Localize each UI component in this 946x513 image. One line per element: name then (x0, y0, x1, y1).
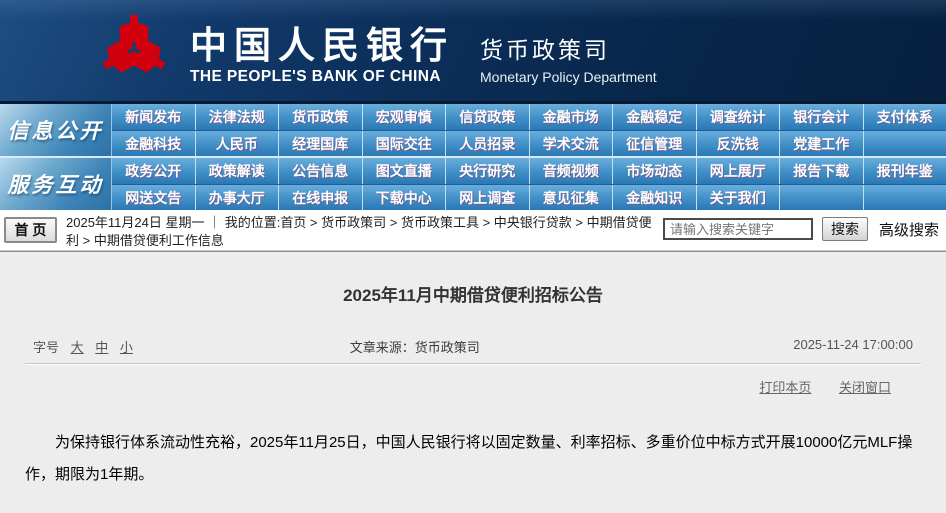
article-title: 2025年11月中期借贷便利招标公告 (343, 286, 603, 305)
nav-item[interactable]: 学术交流 (529, 131, 613, 156)
search-area: 搜索 高级搜索 (662, 217, 939, 241)
nav-item[interactable]: 网上调查 (446, 185, 530, 210)
article-panel: 2025年11月中期借贷便利招标公告 字号 大 中 小 文章来源：货币政策司 2… (0, 251, 946, 513)
nav-item[interactable]: 金融科技 (112, 131, 196, 156)
nav-item[interactable]: 支付体系 (863, 104, 946, 130)
breadcrumb-line-1[interactable]: 2025年11月24日 星期一 ｜ 我的位置:首页 > 货币政策司 > 货币政策… (66, 214, 652, 232)
article-actions-top: 打印本页 关闭窗口 (25, 377, 921, 396)
nav-item[interactable]: 信贷政策 (446, 104, 530, 130)
advanced-search-link[interactable]: 高级搜索 (879, 219, 939, 240)
nav-item[interactable]: 市场动态 (613, 158, 697, 184)
nav-item[interactable]: 新闻发布 (112, 104, 196, 130)
nav-item[interactable]: 音频视频 (529, 158, 613, 184)
font-size-medium[interactable]: 中 (95, 340, 108, 355)
home-button[interactable]: 首 页 (4, 217, 57, 243)
font-size-controls: 字号 大 中 小 (33, 337, 350, 356)
department-name-en: Monetary Policy Department (480, 69, 657, 85)
nav-item-empty (863, 185, 946, 210)
nav-item-empty (780, 185, 864, 210)
nav-item[interactable]: 党建工作 (780, 131, 864, 156)
nav-item[interactable]: 报告下载 (780, 158, 864, 184)
nav-item[interactable]: 央行研究 (446, 158, 530, 184)
font-size-small[interactable]: 小 (120, 340, 133, 355)
department-name: 货币政策司 Monetary Policy Department (480, 31, 657, 86)
nav-item[interactable]: 经理国库 (279, 131, 363, 156)
nav-item[interactable]: 宏观审慎 (362, 104, 446, 130)
nav-item[interactable]: 国际交往 (362, 131, 446, 156)
department-name-cn: 货币政策司 (480, 37, 610, 63)
nav-label-services: 服务互动 (0, 158, 112, 210)
nav-row: 政务公开 政策解读 公告信息 图文直播 央行研究 音频视频 市场动态 网上展厅 … (112, 158, 946, 184)
nav-item[interactable]: 调查统计 (696, 104, 780, 130)
nav-item[interactable]: 银行会计 (780, 104, 864, 130)
print-link[interactable]: 打印本页 (759, 380, 811, 395)
nav-item[interactable]: 网上展厅 (696, 158, 780, 184)
article-datetime: 2025-11-24 17:00:00 (793, 337, 913, 352)
article-body: 为保持银行体系流动性充裕，2025年11月25日，中国人民银行将以固定数量、利率… (25, 434, 913, 483)
breadcrumb[interactable]: 2025年11月24日 星期一 ｜ 我的位置:首页 > 货币政策司 > 货币政策… (66, 213, 652, 250)
nav-item[interactable]: 图文直播 (362, 158, 446, 184)
article-meta: 字号 大 中 小 文章来源：货币政策司 2025-11-24 17:00:00 (25, 337, 921, 364)
bank-name-en: THE PEOPLE'S BANK OF CHINA (190, 68, 441, 85)
site-header: 中国人民银行 THE PEOPLE'S BANK OF CHINA 货币政策司 … (0, 0, 946, 104)
font-size-large[interactable]: 大 (71, 340, 84, 355)
nav-item[interactable]: 金融稳定 (613, 104, 697, 130)
font-size-label: 字号 (33, 340, 60, 355)
nav-item[interactable]: 关于我们 (696, 185, 780, 210)
nav-item[interactable]: 人员招录 (446, 131, 530, 156)
main-nav: 信息公开 新闻发布 法律法规 货币政策 宏观审慎 信贷政策 金融市场 金融稳定 … (0, 104, 946, 210)
search-input[interactable] (662, 218, 813, 240)
nav-label-info-disclosure: 信息公开 (0, 104, 112, 156)
bank-name-cn: 中国人民银行 (190, 23, 454, 67)
nav-row: 新闻发布 法律法规 货币政策 宏观审慎 信贷政策 金融市场 金融稳定 调查统计 … (112, 104, 946, 130)
nav-item-empty (863, 131, 946, 156)
nav-item[interactable]: 征信管理 (613, 131, 697, 156)
pboc-emblem-icon (102, 14, 166, 73)
breadcrumb-bar: 首 页 2025年11月24日 星期一 ｜ 我的位置:首页 > 货币政策司 > … (0, 210, 946, 251)
search-button[interactable]: 搜索 (821, 217, 868, 241)
nav-item[interactable]: 反洗钱 (696, 131, 780, 156)
breadcrumb-line-2[interactable]: 利 > 中期借贷便利工作信息 (66, 232, 652, 250)
nav-item[interactable]: 政务公开 (112, 158, 196, 184)
nav-item[interactable]: 金融知识 (613, 185, 697, 210)
nav-item[interactable]: 在线申报 (279, 185, 363, 210)
nav-item[interactable]: 网送文告 (112, 185, 196, 210)
nav-item[interactable]: 人民币 (195, 131, 279, 156)
close-window-link[interactable]: 关闭窗口 (839, 380, 891, 395)
nav-item[interactable]: 金融市场 (529, 104, 613, 130)
nav-item[interactable]: 意见征集 (529, 185, 613, 210)
nav-item[interactable]: 报刊年鉴 (863, 158, 946, 184)
nav-item[interactable]: 法律法规 (195, 104, 279, 130)
nav-item[interactable]: 公告信息 (279, 158, 363, 184)
logo-area: 中国人民银行 THE PEOPLE'S BANK OF CHINA 货币政策司 … (98, 12, 657, 86)
article-source: 文章来源：货币政策司 (349, 340, 480, 355)
nav-item[interactable]: 货币政策 (279, 104, 363, 130)
nav-item[interactable]: 办事大厅 (195, 185, 279, 210)
nav-row: 金融科技 人民币 经理国库 国际交往 人员招录 学术交流 征信管理 反洗钱 党建… (112, 130, 946, 156)
nav-section-info-disclosure: 信息公开 新闻发布 法律法规 货币政策 宏观审慎 信贷政策 金融市场 金融稳定 … (0, 104, 946, 156)
nav-section-services: 服务互动 政务公开 政策解读 公告信息 图文直播 央行研究 音频视频 市场动态 … (0, 156, 946, 210)
nav-row: 网送文告 办事大厅 在线申报 下载中心 网上调查 意见征集 金融知识 关于我们 (112, 184, 946, 210)
nav-item[interactable]: 下载中心 (362, 185, 446, 210)
bank-name: 中国人民银行 THE PEOPLE'S BANK OF CHINA (190, 25, 454, 86)
nav-item[interactable]: 政策解读 (195, 158, 279, 184)
